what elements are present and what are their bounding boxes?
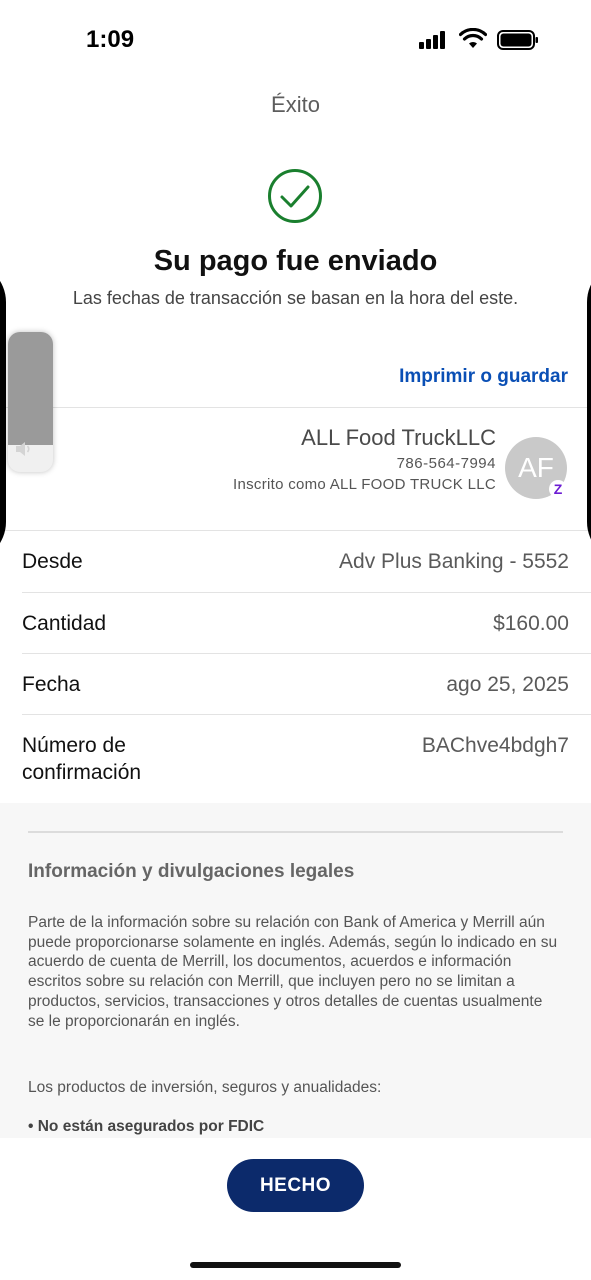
home-indicator[interactable] xyxy=(190,1262,401,1268)
zelle-icon: Z xyxy=(549,480,567,498)
detail-label: Número de confirmación xyxy=(22,734,142,784)
divider xyxy=(28,831,563,833)
success-headline: Su pago fue enviado xyxy=(153,245,438,277)
divider xyxy=(22,592,591,593)
divider xyxy=(0,407,591,408)
legal-bullet: • No están asegurados por FDIC xyxy=(28,1118,265,1135)
print-or-save-link[interactable]: Imprimir o guardar xyxy=(399,366,568,388)
device-edge xyxy=(587,262,591,562)
wifi-icon xyxy=(459,28,487,48)
payee-phone: 786-564-7994 xyxy=(396,455,496,472)
legal-paragraph: Parte de la información sobre su relació… xyxy=(28,914,558,1030)
detail-label: Fecha xyxy=(22,673,81,696)
detail-label: Desde xyxy=(22,550,83,573)
legal-paragraph: Los productos de inversión, seguros y an… xyxy=(28,1079,382,1096)
cellular-signal-icon xyxy=(419,31,449,49)
done-button[interactable]: HECHO xyxy=(227,1159,364,1212)
status-time: 1:09 xyxy=(86,26,135,53)
detail-value: $160.00 xyxy=(493,612,569,635)
payee-name: ALL Food TruckLLC xyxy=(301,425,496,450)
timezone-note: Las fechas de transacción se basan en la… xyxy=(72,288,519,308)
detail-value: ago 25, 2025 xyxy=(446,673,569,696)
volume-level-fill xyxy=(8,332,53,446)
check-circle-icon xyxy=(268,169,322,223)
battery-icon xyxy=(497,30,538,50)
legal-title: Información y divulgaciones legales xyxy=(28,861,355,882)
speaker-icon xyxy=(16,442,30,456)
status-bar: 1:09 xyxy=(0,0,591,80)
legal-disclosures[interactable]: Información y divulgaciones legales Part… xyxy=(0,803,591,1138)
payee-info: ALL Food TruckLLC 786-564-7994 Inscrito … xyxy=(156,425,496,494)
screen: 1:09 Éxito Su pago fue enviado Las fecha… xyxy=(0,0,591,1280)
divider xyxy=(22,653,591,654)
detail-value: BAChve4bdgh7 xyxy=(421,734,569,757)
payee-enrolled-as: Inscrito como ALL FOOD TRUCK LLC xyxy=(232,476,496,493)
detail-label: Cantidad xyxy=(22,612,107,635)
divider xyxy=(22,714,591,715)
divider xyxy=(0,530,591,531)
detail-value: Adv Plus Banking - 5552 xyxy=(339,550,569,573)
page-title: Éxito xyxy=(271,92,320,117)
device-edge xyxy=(0,262,6,562)
